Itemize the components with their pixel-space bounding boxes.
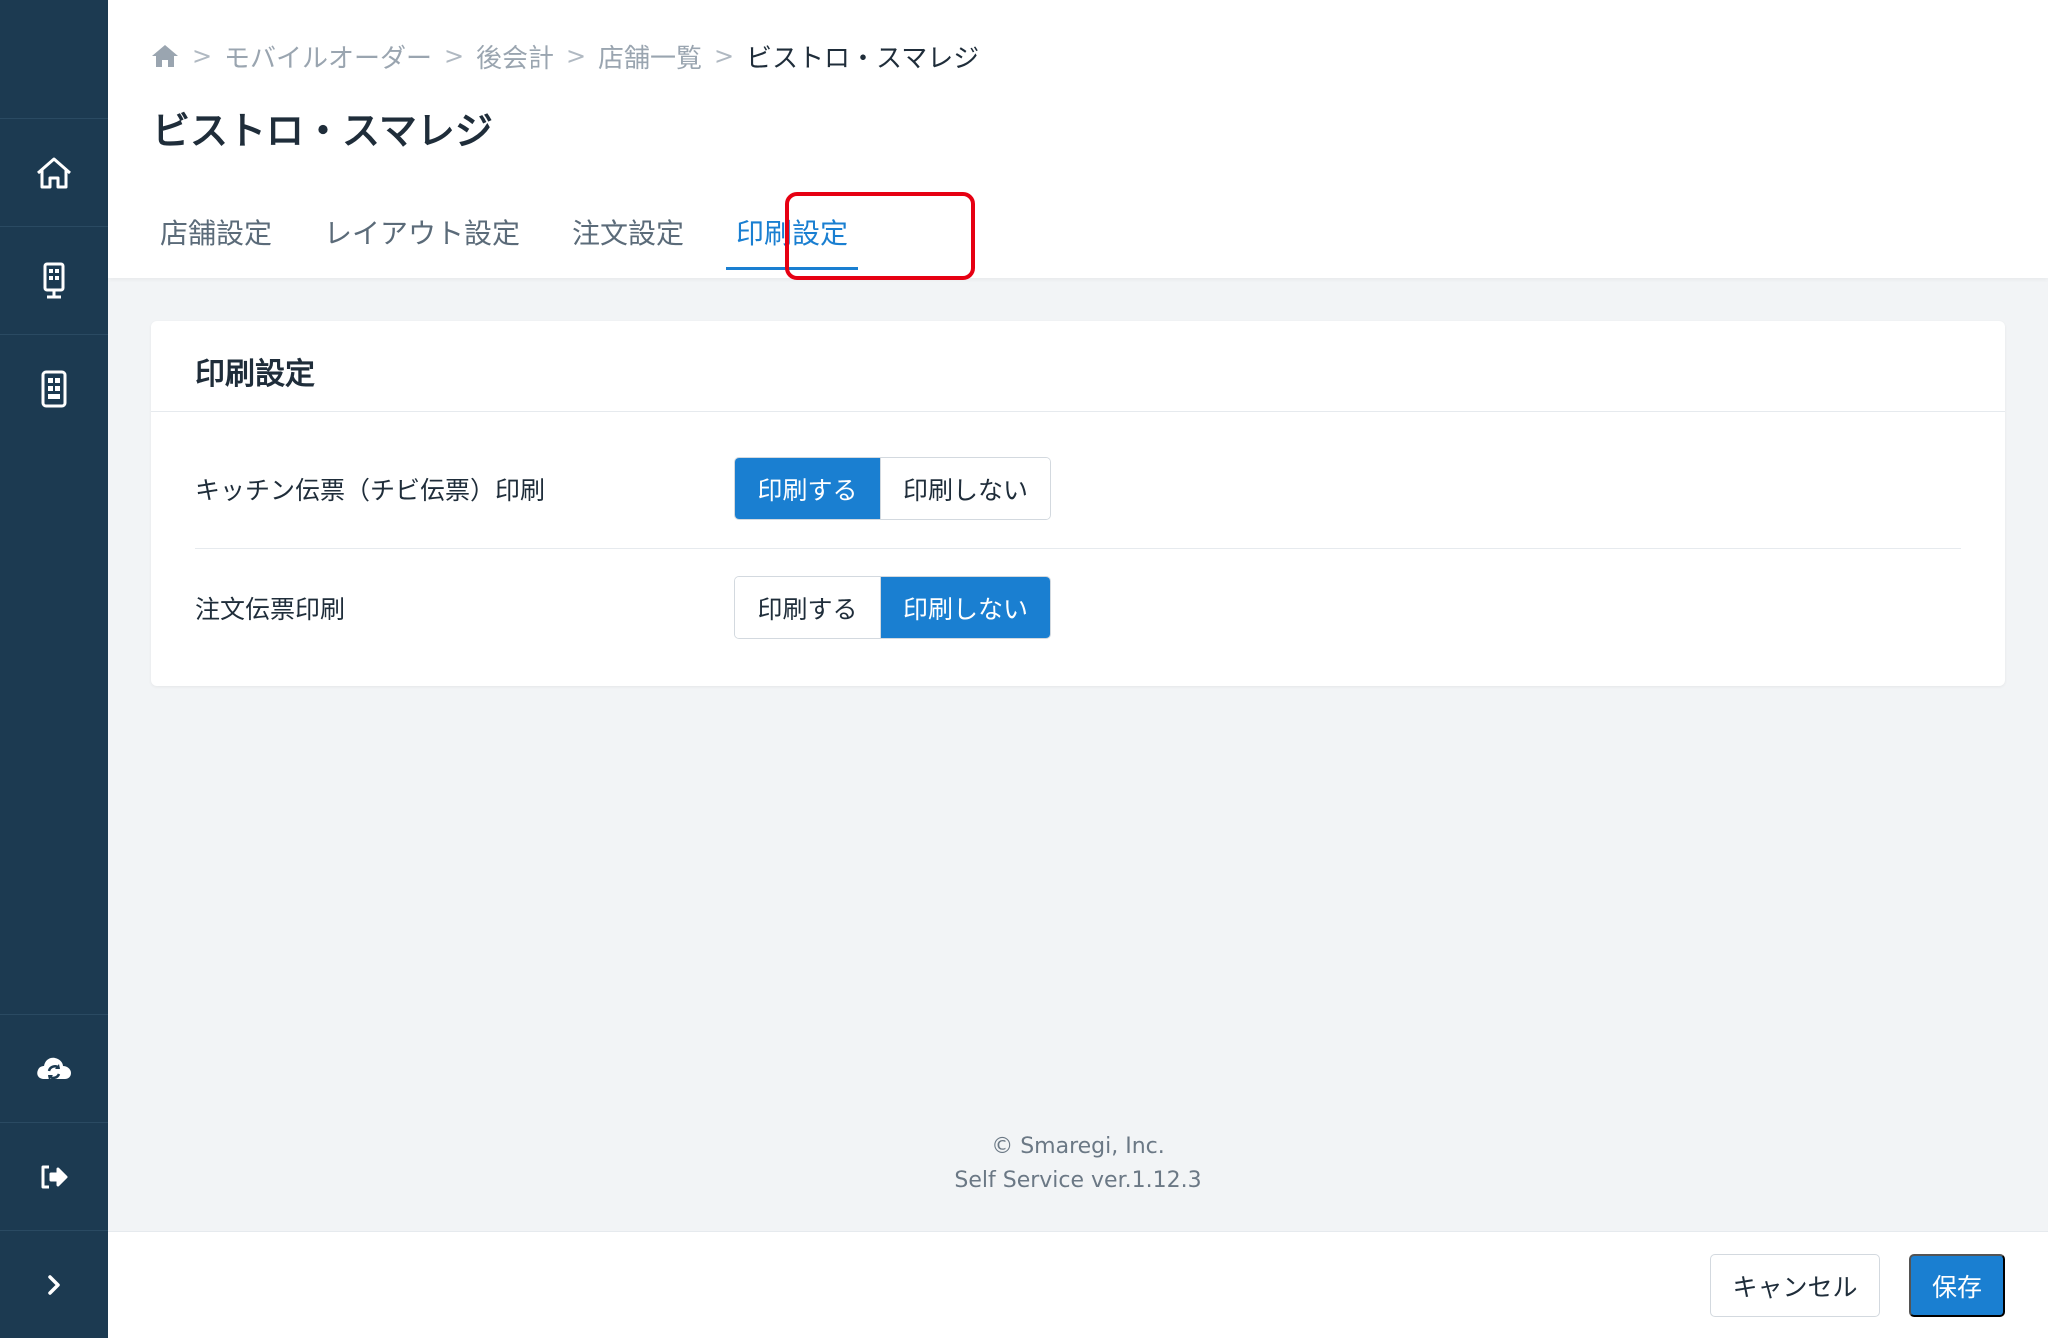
sidebar-item-logout[interactable] [0, 1122, 108, 1230]
breadcrumb-item[interactable]: モバイルオーダー [224, 38, 432, 75]
breadcrumb-current: ビストロ・スマレジ [746, 43, 980, 74]
order-ticket-print-off[interactable]: 印刷しない [880, 577, 1050, 638]
save-button[interactable]: 保存 [1909, 1254, 2005, 1317]
breadcrumb-home[interactable] [150, 42, 180, 70]
chevron-right-icon: > [191, 42, 213, 70]
sidebar-item-tablet-menu[interactable] [0, 334, 108, 442]
sidebar-item-home[interactable] [0, 118, 108, 226]
order-ticket-toggle: 印刷する 印刷しない [734, 576, 1051, 639]
chevron-right-icon: > [443, 42, 465, 70]
cloud-sync-icon [37, 1057, 71, 1080]
divider [151, 411, 2005, 412]
page-title: ビストロ・スマレジ [152, 109, 493, 153]
version-text: Self Service ver.1.12.3 [954, 1168, 1202, 1193]
logout-icon [41, 1165, 68, 1188]
copyright-text: © Smaregi, Inc. [991, 1134, 1165, 1159]
chevron-right-icon: > [565, 42, 587, 70]
card-title: 印刷設定 [195, 357, 315, 392]
action-bar: キャンセル 保存 [108, 1231, 2048, 1338]
kitchen-ticket-print-off[interactable]: 印刷しない [880, 458, 1050, 519]
home-icon [152, 45, 178, 67]
sidebar-item-kiosk[interactable] [0, 226, 108, 334]
kiosk-icon [43, 262, 65, 298]
breadcrumb-item[interactable]: 後会計 [476, 38, 554, 75]
print-settings-card: 印刷設定 キッチン伝票（チビ伝票）印刷 印刷する 印刷しない 注文伝票印刷 印刷… [151, 321, 2005, 686]
kitchen-ticket-label: キッチン伝票（チビ伝票）印刷 [195, 476, 546, 505]
breadcrumb-item[interactable]: 店舗一覧 [598, 38, 702, 75]
chevron-right-icon: > [713, 42, 735, 70]
home-icon [37, 157, 71, 188]
sidebar-expand[interactable] [0, 1230, 108, 1338]
divider [195, 548, 1961, 549]
order-ticket-print-on[interactable]: 印刷する [735, 577, 880, 638]
cancel-button[interactable]: キャンセル [1710, 1254, 1880, 1317]
kitchen-ticket-toggle: 印刷する 印刷しない [734, 457, 1051, 520]
tablet-menu-icon [41, 370, 67, 407]
page-header: > モバイルオーダー > 後会計 > 店舗一覧 > ビストロ・スマレジ ビストロ… [108, 0, 2048, 280]
breadcrumb: > モバイルオーダー > 後会計 > 店舗一覧 > ビストロ・スマレジ [150, 38, 979, 74]
tab-bar: 店舗設定 レイアウト設定 注文設定 印刷設定 [134, 196, 874, 278]
tab-order-settings[interactable]: 注文設定 [546, 196, 710, 278]
sidebar-item-sync[interactable] [0, 1014, 108, 1122]
tab-layout-settings[interactable]: レイアウト設定 [298, 196, 546, 278]
sidebar [0, 0, 108, 1338]
kitchen-ticket-print-on[interactable]: 印刷する [735, 458, 880, 519]
tab-print-settings[interactable]: 印刷設定 [710, 196, 874, 278]
chevron-right-icon [48, 1274, 60, 1295]
tab-store-settings[interactable]: 店舗設定 [134, 196, 298, 278]
order-ticket-label: 注文伝票印刷 [195, 595, 346, 624]
